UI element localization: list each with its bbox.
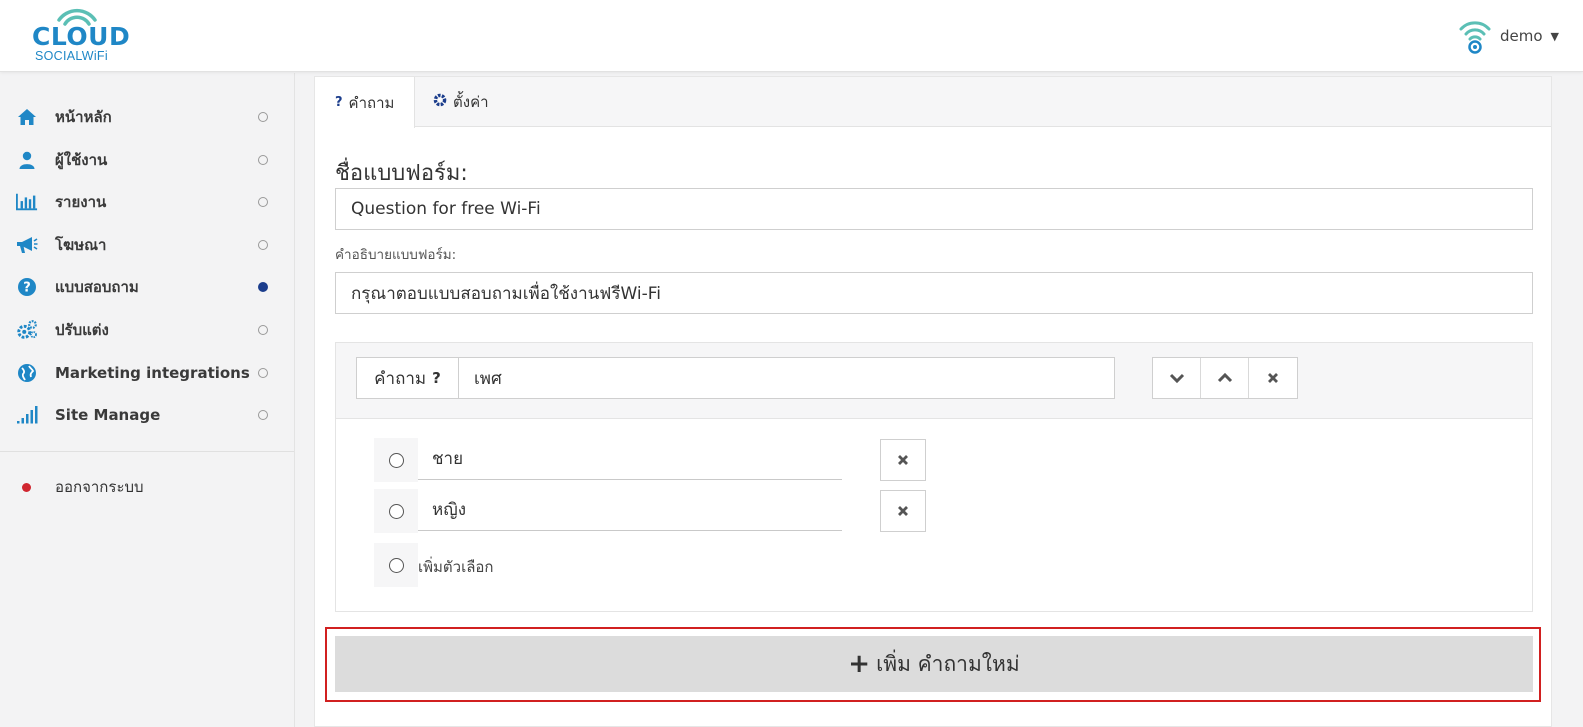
- tab-label: ตั้งค่า: [453, 93, 489, 111]
- sidebar-item-survey[interactable]: ? แบบสอบถาม: [0, 266, 294, 308]
- chevron-up-icon: [1217, 372, 1232, 383]
- logout-button[interactable]: ออกจากระบบ: [0, 469, 294, 505]
- sidebar-divider: [0, 451, 294, 452]
- form-title-label: ชื่อแบบฟอร์ม:: [335, 161, 468, 186]
- active-dot: [258, 282, 268, 292]
- question-header: คำถาม ?: [336, 343, 1532, 419]
- close-icon: [898, 506, 908, 516]
- sidebar-item-label: แบบสอบถาม: [55, 278, 139, 296]
- sidebar: หน้าหลัก ผู้ใช้งาน รายงาน โฆษณา ? แบบสอบ…: [0, 73, 295, 727]
- sidebar-item-home[interactable]: หน้าหลัก: [0, 96, 294, 138]
- radio-icon[interactable]: [388, 503, 404, 519]
- sidebar-item-reports[interactable]: รายงาน: [0, 181, 294, 223]
- status-dot: [258, 410, 268, 420]
- logo-wordmark: CLOUD: [32, 22, 131, 51]
- option-input[interactable]: [418, 489, 842, 531]
- question-text-input[interactable]: [459, 358, 1114, 398]
- plus-icon: +: [848, 649, 871, 679]
- option-radio-box: [374, 543, 418, 587]
- sidebar-item-marketing-integrations[interactable]: Marketing integrations: [0, 352, 294, 394]
- status-dot: [258, 197, 268, 207]
- question-actions: [1152, 357, 1298, 399]
- signal-icon: [16, 404, 38, 426]
- sidebar-item-label: Marketing integrations: [55, 364, 250, 382]
- wifi-avatar-icon: [1459, 21, 1491, 54]
- bullhorn-icon: [16, 234, 38, 256]
- status-dot: [258, 325, 268, 335]
- radio-icon: [388, 557, 404, 573]
- question-card: คำถาม ? เพศ ชาย หญิง เพิ่มตัวเลือก: [335, 342, 1533, 612]
- chevron-down-icon: [1169, 373, 1184, 384]
- question-circle-icon: ?: [16, 276, 38, 298]
- sidebar-item-site-manage[interactable]: Site Manage: [0, 394, 294, 436]
- question-addon-label: คำถาม: [374, 368, 427, 389]
- move-up-button[interactable]: [1201, 358, 1249, 398]
- question-input-group: คำถาม ?: [356, 357, 1115, 399]
- gears-icon: [16, 319, 38, 341]
- status-dot: [258, 112, 268, 122]
- option-row: [374, 438, 844, 482]
- close-icon: [898, 455, 908, 465]
- tab-bar: ? คำถาม ตั้งค่า: [315, 77, 1551, 128]
- tab-label: คำถาม: [348, 93, 395, 112]
- radio-icon[interactable]: [388, 452, 404, 468]
- sidebar-item-customize[interactable]: ปรับแต่ง: [0, 309, 294, 351]
- tab-questions[interactable]: ? คำถาม: [315, 77, 416, 128]
- sidebar-item-label: โฆษณา: [55, 236, 107, 254]
- option-input[interactable]: [418, 438, 842, 480]
- delete-option-button[interactable]: [880, 490, 926, 532]
- add-question-label: เพิ่ม คำถามใหม่: [876, 651, 1020, 676]
- form-description-input[interactable]: [335, 272, 1533, 314]
- globe-icon: [16, 362, 38, 384]
- close-icon: [1268, 373, 1278, 383]
- option-row: [374, 489, 844, 533]
- sidebar-item-label: รายงาน: [55, 193, 107, 211]
- logo-subtitle: SOCIALWiFi: [35, 49, 108, 63]
- status-dot: [258, 155, 268, 165]
- user-menu[interactable]: demo ▼: [1458, 16, 1559, 56]
- move-down-button[interactable]: [1153, 358, 1201, 398]
- sidebar-item-label: ผู้ใช้งาน: [55, 151, 108, 169]
- user-icon: [16, 149, 38, 171]
- home-icon: [16, 106, 38, 128]
- bar-chart-icon: [16, 191, 38, 213]
- tab-settings[interactable]: ตั้งค่า: [413, 77, 509, 127]
- status-dot: [258, 240, 268, 250]
- caret-down-icon: ▼: [1550, 29, 1559, 43]
- question-mark-icon: ?: [432, 369, 441, 387]
- option-radio-box: [374, 438, 418, 482]
- sidebar-item-ads[interactable]: โฆษณา: [0, 224, 294, 266]
- delete-option-button[interactable]: [880, 439, 926, 481]
- logout-dot-icon: [22, 482, 31, 492]
- add-option-row[interactable]: เพิ่มตัวเลือก: [374, 543, 844, 587]
- sidebar-item-label: หน้าหลัก: [55, 108, 112, 126]
- delete-question-button[interactable]: [1249, 358, 1297, 398]
- user-name: demo: [1499, 27, 1543, 45]
- status-dot: [258, 368, 268, 378]
- option-radio-box: [374, 489, 418, 533]
- sidebar-item-label: Site Manage: [55, 406, 161, 424]
- form-title-input[interactable]: [335, 188, 1533, 230]
- sidebar-item-label: ปรับแต่ง: [55, 321, 109, 339]
- gear-icon: [433, 93, 447, 111]
- form-editor-panel: ? คำถาม ตั้งค่า ชื่อแบบฟอร์ม: คำอธิบายแบ…: [314, 76, 1552, 727]
- logout-label: ออกจากระบบ: [55, 478, 144, 496]
- add-question-button[interactable]: + เพิ่ม คำถามใหม่: [335, 636, 1533, 692]
- sidebar-item-users[interactable]: ผู้ใช้งาน: [0, 139, 294, 181]
- form-description-label: คำอธิบายแบบฟอร์ม:: [335, 247, 457, 263]
- top-bar: CLOUD SOCIALWiFi demo ▼: [0, 0, 1583, 72]
- question-mark-icon: ?: [335, 95, 343, 110]
- question-addon: คำถาม ?: [357, 358, 459, 398]
- svg-text:?: ?: [23, 281, 31, 296]
- add-option-label[interactable]: เพิ่มตัวเลือก: [418, 555, 493, 579]
- logo[interactable]: CLOUD SOCIALWiFi: [30, 6, 131, 63]
